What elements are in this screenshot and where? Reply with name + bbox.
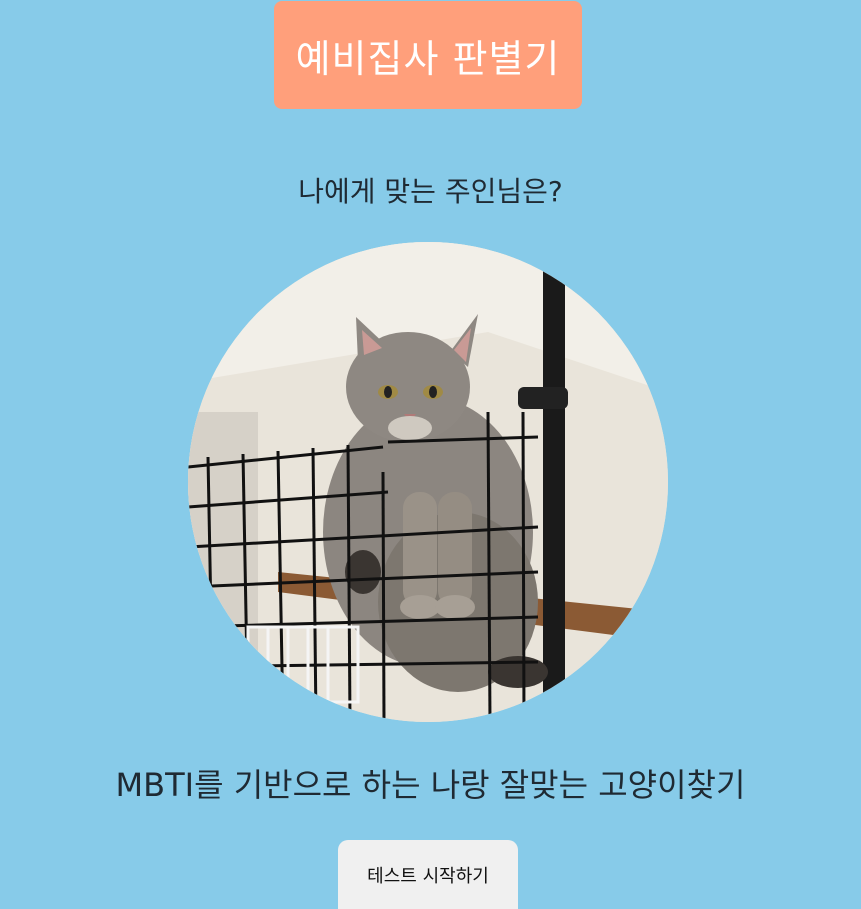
cat-illustration xyxy=(188,242,668,722)
start-test-button[interactable]: 테스트 시작하기 xyxy=(338,840,518,909)
tagline-text: MBTI를 기반으로 하는 나랑 잘맞는 고양이찾기 xyxy=(115,766,746,804)
page-title: 예비집사 판별기 xyxy=(295,36,561,81)
question-heading: 나에게 맞는 주인님은? xyxy=(298,175,563,208)
title-banner: 예비집사 판별기 xyxy=(274,1,582,109)
cat-photo xyxy=(188,242,668,722)
